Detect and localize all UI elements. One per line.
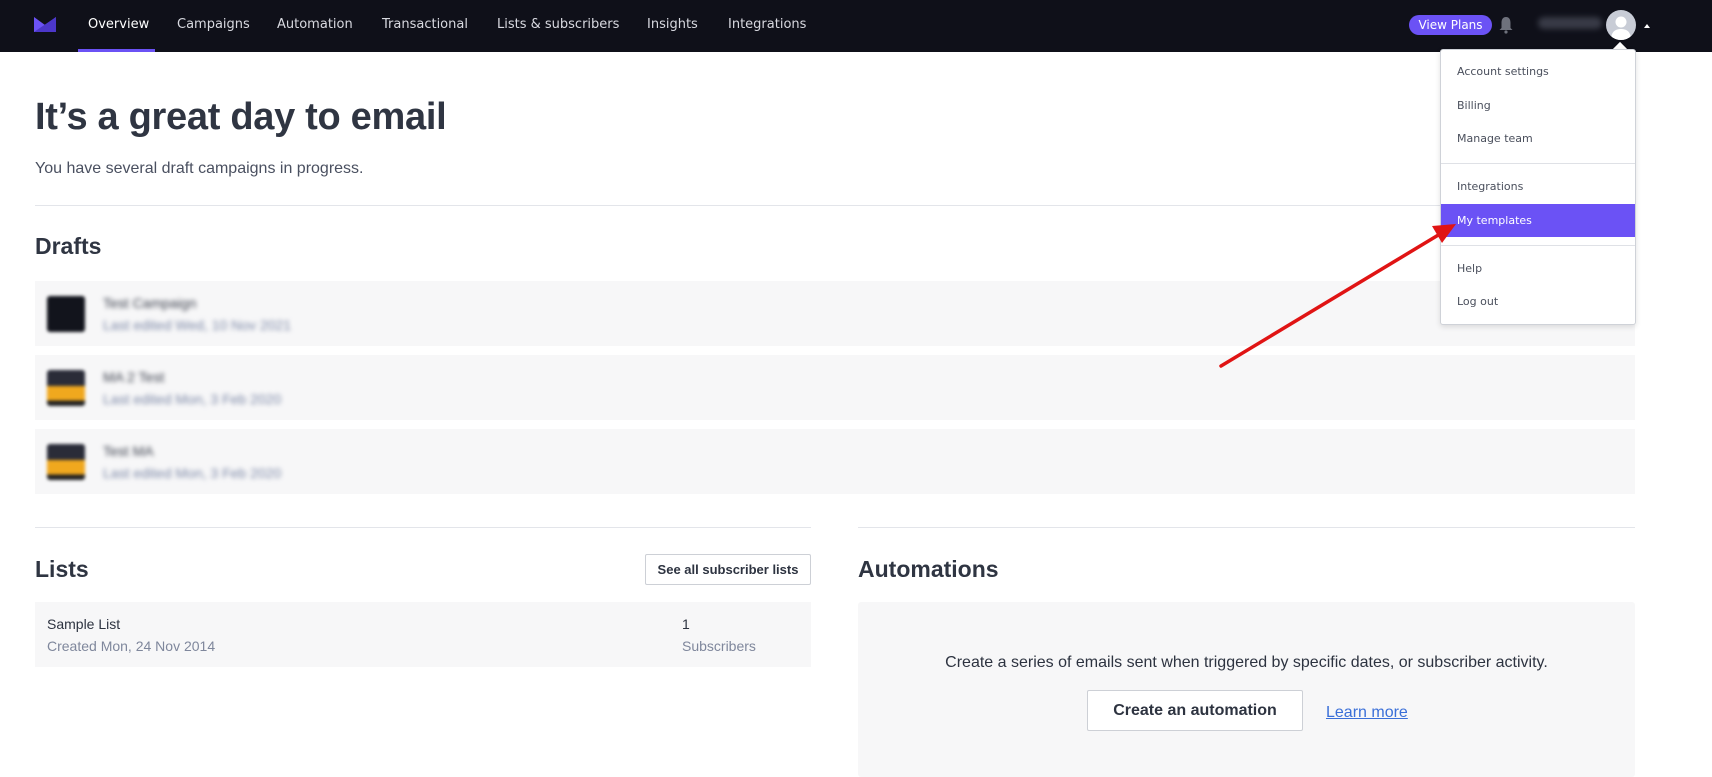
view-plans-button[interactable]: View Plans: [1409, 15, 1492, 35]
subscriber-count: 1: [682, 616, 690, 632]
draft-item[interactable]: MA 2 Test Last edited Mon, 3 Feb 2020: [35, 355, 1635, 420]
page-title: It’s a great day to email: [35, 96, 447, 138]
draft-thumbnail: [47, 296, 85, 332]
nav-tab-insights[interactable]: Insights: [647, 0, 698, 52]
draft-item[interactable]: Test Campaign Last edited Wed, 10 Nov 20…: [35, 281, 1635, 346]
logo-icon[interactable]: [34, 17, 56, 32]
active-tab-indicator: [78, 49, 155, 52]
create-automation-button[interactable]: Create an automation: [1087, 690, 1303, 731]
bell-icon[interactable]: [1498, 16, 1514, 34]
nav-tab-overview[interactable]: Overview: [88, 0, 149, 52]
subscriber-count-label: Subscribers: [682, 638, 756, 654]
automations-heading: Automations: [858, 556, 999, 582]
divider: [35, 527, 811, 528]
automations-description: Create a series of emails sent when trig…: [945, 654, 1548, 671]
draft-date: Last edited Mon, 3 Feb 2020: [103, 391, 282, 407]
menu-item-manage-team[interactable]: Manage team: [1441, 122, 1635, 155]
draft-thumbnail: [47, 370, 85, 406]
draft-name: Test Campaign: [103, 295, 197, 311]
menu-separator: [1441, 163, 1635, 164]
menu-item-my-templates[interactable]: My templates: [1441, 204, 1635, 237]
menu-separator: [1441, 245, 1635, 246]
draft-date: Last edited Wed, 10 Nov 2021: [103, 317, 292, 333]
avatar[interactable]: [1606, 10, 1636, 40]
learn-more-link[interactable]: Learn more: [1326, 704, 1408, 722]
top-nav: Overview Campaigns Automation Transactio…: [0, 0, 1712, 52]
menu-item-account-settings[interactable]: Account settings: [1441, 55, 1635, 88]
list-name: Sample List: [47, 616, 121, 632]
nav-tab-transactional[interactable]: Transactional: [382, 0, 468, 52]
nav-tab-automation[interactable]: Automation: [277, 0, 353, 52]
menu-item-billing[interactable]: Billing: [1441, 89, 1635, 122]
drafts-heading: Drafts: [35, 233, 102, 259]
automations-empty-state: Create a series of emails sent when trig…: [858, 602, 1635, 777]
divider: [35, 205, 1635, 206]
draft-name: MA 2 Test: [103, 369, 165, 385]
list-created-date: Created Mon, 24 Nov 2014: [47, 638, 216, 654]
account-menu: Account settings Billing Manage team Int…: [1440, 49, 1636, 325]
nav-tab-lists-subscribers[interactable]: Lists & subscribers: [497, 0, 619, 52]
draft-name: Test MA: [103, 443, 154, 459]
nav-tab-integrations[interactable]: Integrations: [728, 0, 806, 52]
caret-up-icon[interactable]: [1644, 24, 1650, 28]
lists-heading: Lists: [35, 556, 89, 582]
nav-tab-campaigns[interactable]: Campaigns: [177, 0, 250, 52]
draft-date: Last edited Mon, 3 Feb 2020: [103, 465, 282, 481]
user-icon: [1611, 16, 1631, 40]
menu-item-integrations[interactable]: Integrations: [1441, 170, 1635, 203]
menu-item-log-out[interactable]: Log out: [1441, 285, 1635, 318]
draft-item[interactable]: Test MA Last edited Mon, 3 Feb 2020: [35, 429, 1635, 494]
see-all-lists-button[interactable]: See all subscriber lists: [645, 554, 811, 585]
list-item[interactable]: Sample List Created Mon, 24 Nov 2014 1 S…: [35, 602, 811, 667]
menu-item-help[interactable]: Help: [1441, 252, 1635, 285]
divider: [858, 527, 1635, 528]
account-name[interactable]: [1538, 17, 1602, 29]
page-subtitle: You have several draft campaigns in prog…: [35, 160, 364, 177]
draft-thumbnail: [47, 444, 85, 480]
